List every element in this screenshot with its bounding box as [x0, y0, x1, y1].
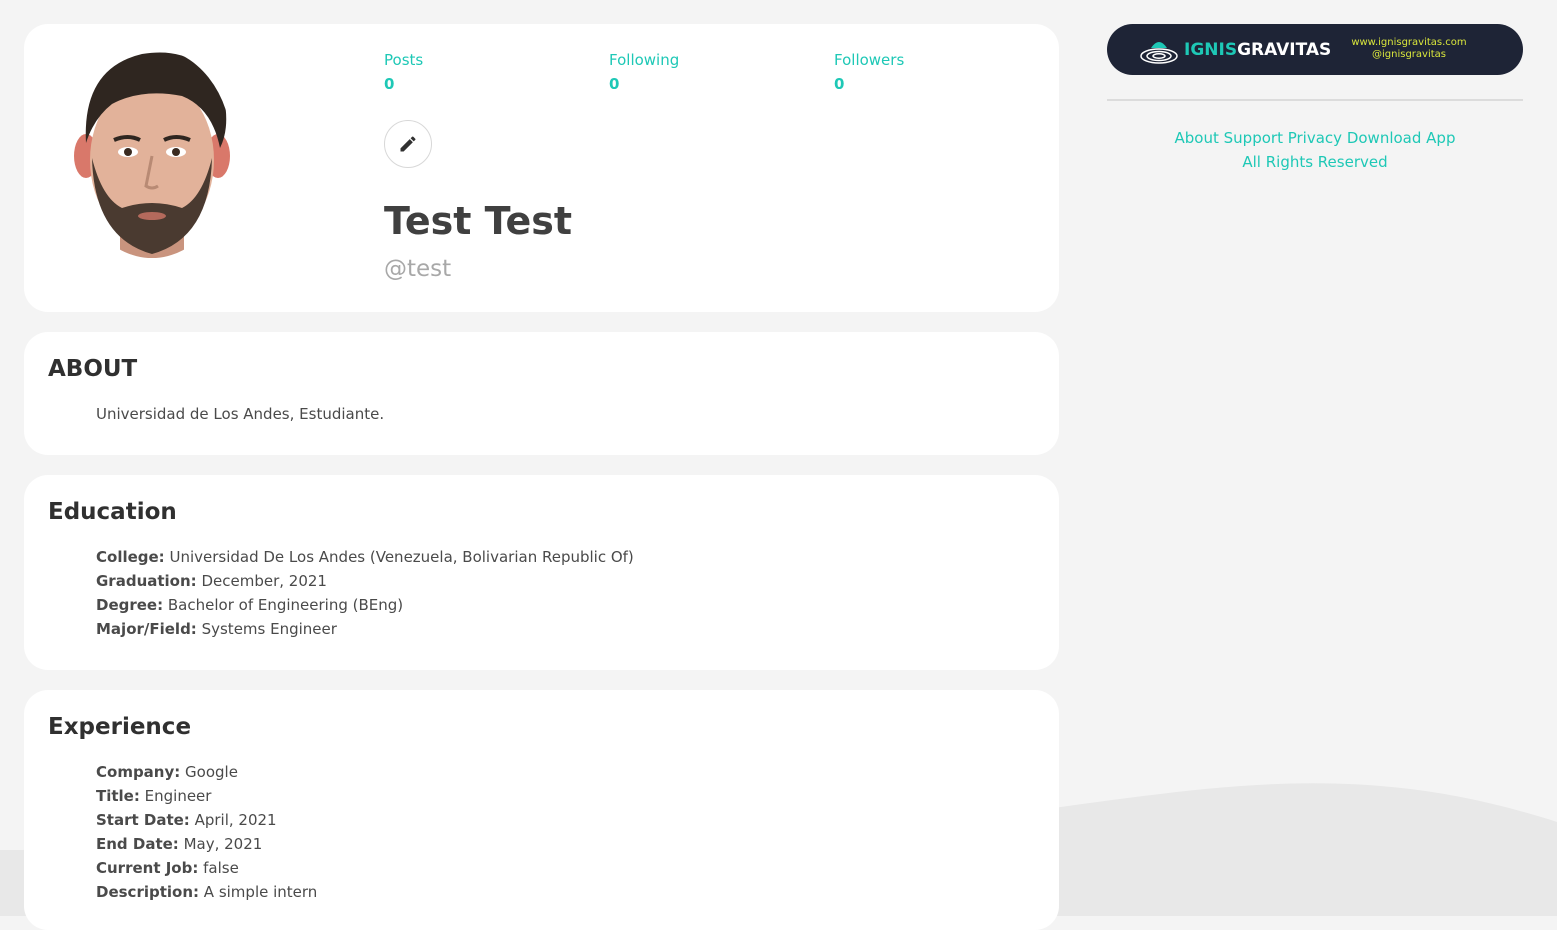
stat-following[interactable]: Following 0	[609, 50, 834, 94]
about-text: Universidad de Los Andes, Estudiante.	[96, 405, 385, 423]
field-value: April, 2021	[194, 811, 277, 829]
main-column: Posts 0 Following 0 Followers 0 Test Tes…	[24, 24, 1059, 930]
field-key: Start Date:	[96, 811, 190, 829]
stat-value: 0	[384, 75, 395, 93]
field-value: May, 2021	[183, 835, 263, 853]
experience-field-current-job: Current Job: false	[96, 856, 1035, 880]
education-field-college: College: Universidad De Los Andes (Venez…	[96, 545, 1035, 569]
footer-link-support[interactable]: Support	[1224, 129, 1283, 147]
field-key: Title:	[96, 787, 140, 805]
stat-label: Followers	[834, 51, 905, 69]
banner-url: www.ignisgravitas.com	[1351, 37, 1467, 48]
field-value: Bachelor of Engineering (BEng)	[167, 596, 404, 614]
field-key: Graduation:	[96, 572, 197, 590]
footer-link-download-app[interactable]: Download App	[1347, 129, 1456, 147]
experience-field-description: Description: A simple intern	[96, 880, 1035, 904]
section-title: Experience	[48, 714, 192, 740]
section-title: Education	[48, 499, 177, 525]
profile-full-name: Test Test	[384, 199, 573, 243]
side-divider	[1107, 99, 1523, 101]
field-value: Systems Engineer	[201, 620, 337, 638]
stat-value: 0	[609, 75, 620, 93]
field-value: Universidad De Los Andes (Venezuela, Bol…	[169, 548, 634, 566]
field-value: false	[203, 859, 239, 877]
field-key: End Date:	[96, 835, 179, 853]
banner-handle: @ignisgravitas	[1372, 49, 1446, 60]
field-key: Degree:	[96, 596, 164, 614]
experience-fields: Company: Google Title: Engineer Start Da…	[48, 760, 1035, 904]
field-value: December, 2021	[201, 572, 327, 590]
field-value: A simple intern	[203, 883, 318, 901]
education-fields: College: Universidad De Los Andes (Venez…	[48, 545, 1035, 641]
stat-value: 0	[834, 75, 845, 93]
banner-brand: IGNISGRAVITAS	[1184, 38, 1331, 62]
stat-posts[interactable]: Posts 0	[384, 50, 609, 94]
profile-stats: Posts 0 Following 0 Followers 0	[384, 50, 1059, 94]
education-field-major: Major/Field: Systems Engineer	[96, 617, 1035, 641]
footer-rights: All Rights Reserved	[1242, 153, 1388, 171]
education-field-degree: Degree: Bachelor of Engineering (BEng)	[96, 593, 1035, 617]
stat-label: Following	[609, 51, 680, 69]
ignisgravitas-logo-icon	[1140, 42, 1178, 64]
brand-part-2: GRAVITAS	[1237, 40, 1332, 60]
about-section: ABOUT Universidad de Los Andes, Estudian…	[24, 332, 1059, 455]
experience-field-title: Title: Engineer	[96, 784, 1035, 808]
footer-link-about[interactable]: About	[1175, 129, 1219, 147]
education-field-graduation: Graduation: December, 2021	[96, 569, 1035, 593]
field-key: Company:	[96, 763, 181, 781]
footer-links: About Support Privacy Download App All R…	[1107, 126, 1523, 174]
stat-followers[interactable]: Followers 0	[834, 50, 1059, 94]
profile-username: @test	[384, 256, 452, 282]
brand-part-1: IGNIS	[1184, 40, 1238, 60]
field-key: College:	[96, 548, 165, 566]
side-column: IGNISGRAVITAS www.ignisgravitas.com @ign…	[1107, 24, 1523, 174]
field-value: Google	[185, 763, 238, 781]
field-key: Description:	[96, 883, 200, 901]
banner-contact: www.ignisgravitas.com @ignisgravitas	[1339, 37, 1479, 61]
pencil-icon	[400, 136, 416, 152]
experience-field-end-date: End Date: May, 2021	[96, 832, 1035, 856]
section-title: ABOUT	[48, 356, 138, 382]
field-key: Major/Field:	[96, 620, 197, 638]
field-key: Current Job:	[96, 859, 199, 877]
stat-label: Posts	[384, 51, 424, 69]
education-section: Education College: Universidad De Los An…	[24, 475, 1059, 670]
edit-profile-button[interactable]	[384, 120, 432, 168]
experience-field-company: Company: Google	[96, 760, 1035, 784]
field-value: Engineer	[144, 787, 212, 805]
experience-section: Experience Company: Google Title: Engine…	[24, 690, 1059, 930]
avatar	[72, 48, 232, 258]
experience-field-start-date: Start Date: April, 2021	[96, 808, 1035, 832]
footer-link-privacy[interactable]: Privacy	[1288, 129, 1342, 147]
profile-card: Posts 0 Following 0 Followers 0 Test Tes…	[24, 24, 1059, 312]
ignisgravitas-banner[interactable]: IGNISGRAVITAS www.ignisgravitas.com @ign…	[1107, 24, 1523, 75]
